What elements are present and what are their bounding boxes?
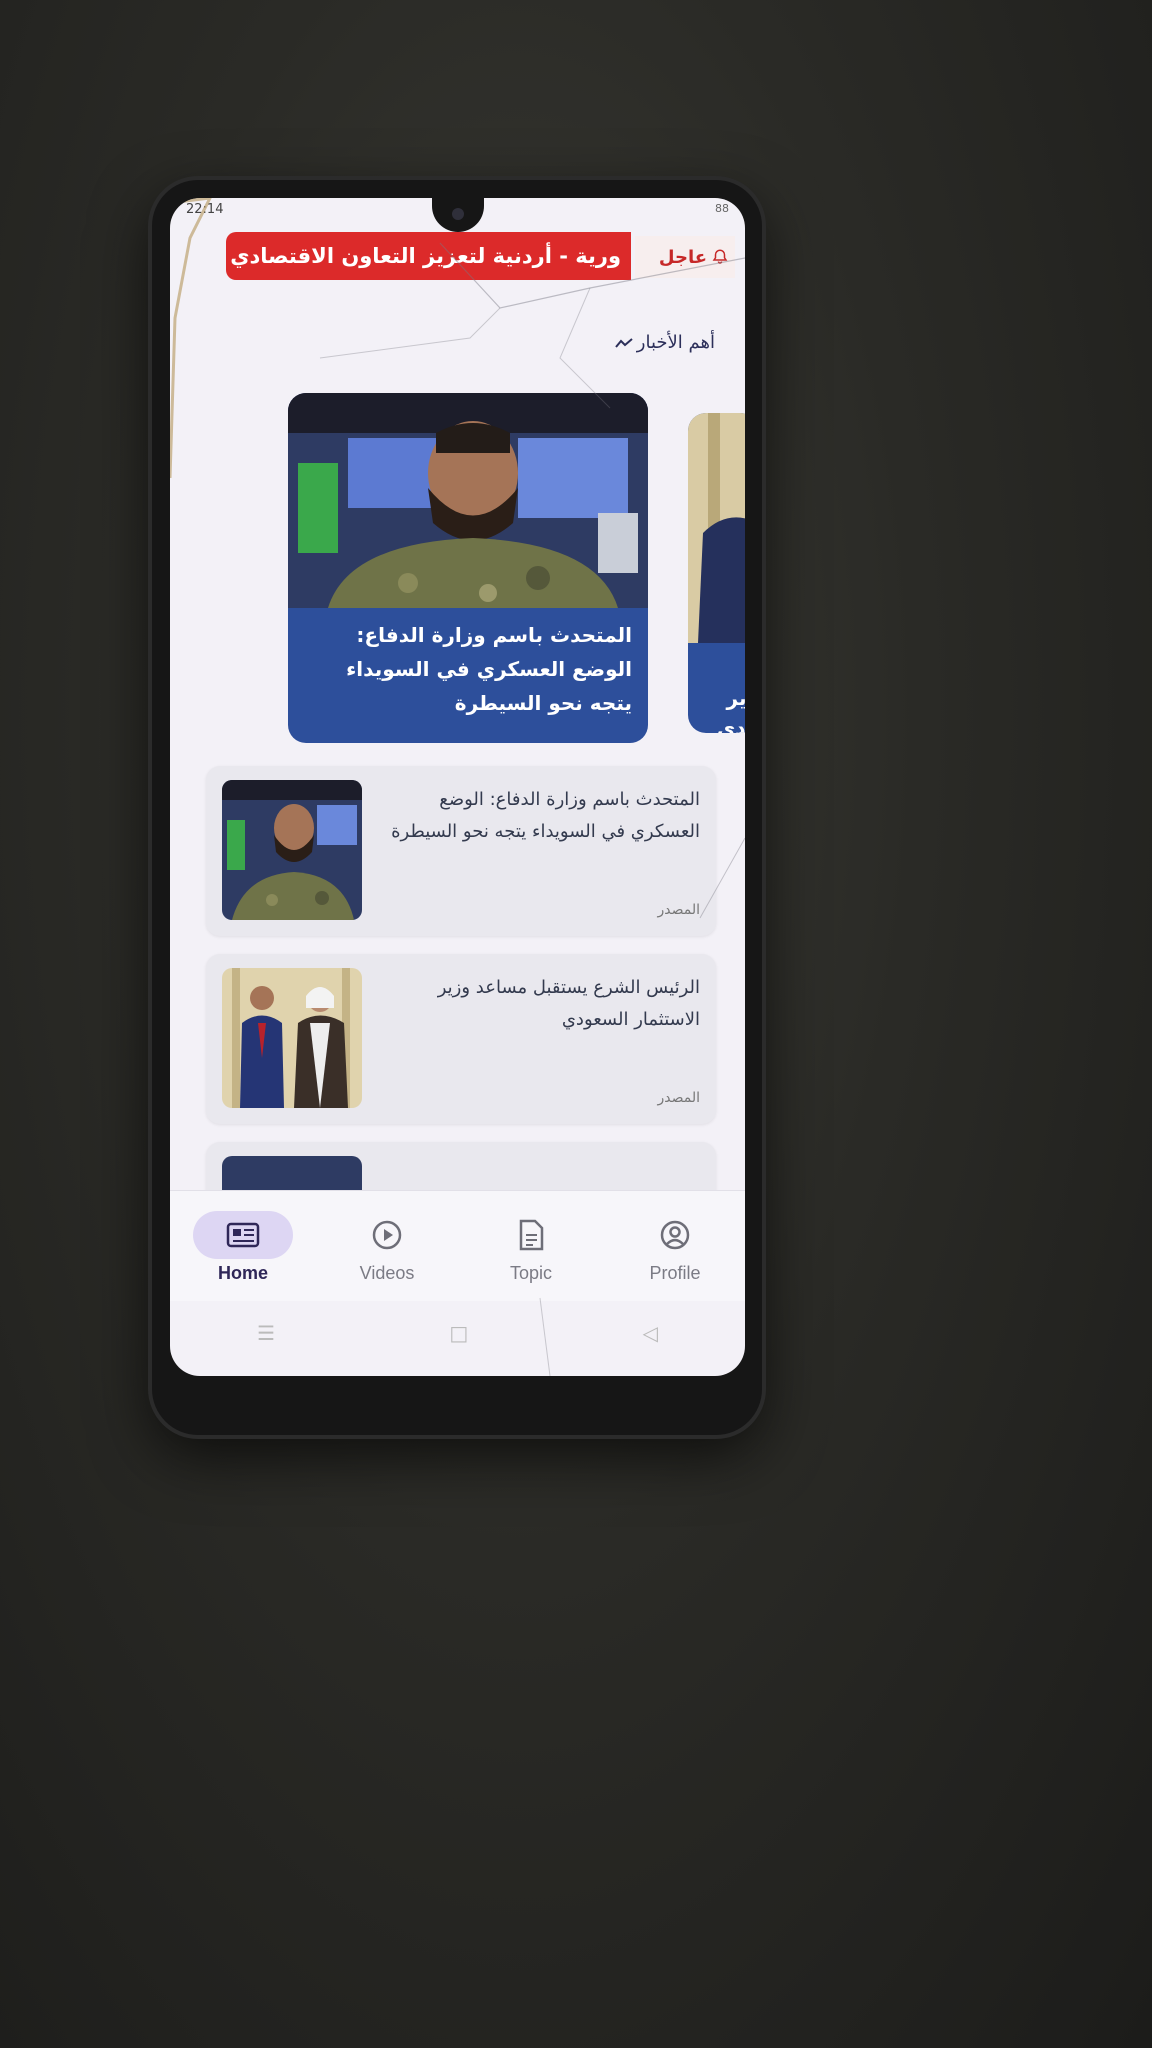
nav-videos[interactable]: Videos (332, 1211, 442, 1291)
section-title-text: أهم الأخبار (636, 332, 715, 353)
featured-news-card[interactable]: المتحدث باسم وزارة الدفاع: الوضع العسكري… (288, 393, 648, 743)
featured-image (288, 393, 648, 608)
nav-profile-label: Profile (649, 1263, 701, 1283)
system-navigation-bar: ☰ □ ◁ (170, 1308, 745, 1358)
nav-videos-label: Videos (359, 1263, 415, 1283)
news-source: المصدر (657, 1090, 701, 1106)
trending-icon (615, 337, 633, 348)
news-list-item[interactable]: المتحدث باسم وزارة الدفاع: الوضع العسكري… (206, 766, 716, 936)
play-circle-icon (372, 1220, 402, 1250)
breaking-label-text: عاجل (658, 246, 707, 268)
featured-title-next: زير ودي (716, 686, 745, 733)
camera-notch (432, 198, 484, 232)
account-circle-icon (660, 1220, 690, 1250)
bottom-navigation: Home Videos Topic Profile (170, 1190, 745, 1301)
phone-screen: 22:14 88 ورية - أردنية لتعزيز التعاون ال… (170, 198, 745, 1376)
section-title: أهم الأخبار (615, 332, 715, 353)
menu-icon[interactable]: ☰ (257, 1321, 275, 1345)
status-battery: 88 (715, 202, 729, 215)
nav-home-label: Home (217, 1263, 268, 1283)
news-title: المتحدث باسم وزارة الدفاع: الوضع العسكري… (391, 789, 700, 842)
ticker-headline: ورية - أردنية لتعزيز التعاون الاقتصادي و… (226, 244, 621, 268)
breaking-label: عاجل (635, 236, 735, 278)
featured-image-next (688, 413, 745, 643)
nav-home[interactable]: Home (188, 1211, 298, 1291)
news-thumbnail (222, 780, 362, 920)
breaking-news-ticker[interactable]: ورية - أردنية لتعزيز التعاون الاقتصادي و… (226, 232, 631, 280)
home-square-icon[interactable]: □ (449, 1321, 468, 1345)
document-icon (519, 1219, 544, 1251)
nav-topic-label: Topic (509, 1263, 553, 1283)
status-time: 22:14 (186, 202, 224, 217)
nav-profile[interactable]: Profile (620, 1211, 730, 1291)
featured-news-card-next[interactable]: زير ودي (688, 413, 745, 733)
nav-topic[interactable]: Topic (476, 1211, 586, 1291)
featured-title: المتحدث باسم وزارة الدفاع: الوضع العسكري… (346, 623, 632, 715)
news-thumbnail (222, 968, 362, 1108)
newspaper-icon (226, 1222, 260, 1248)
back-triangle-icon[interactable]: ◁ (642, 1321, 657, 1345)
bell-icon (712, 249, 728, 264)
news-source: المصدر (657, 902, 701, 918)
news-list-item[interactable]: الرئيس الشرع يستقبل مساعد وزير الاستثمار… (206, 954, 716, 1124)
news-title: الرئيس الشرع يستقبل مساعد وزير الاستثمار… (437, 977, 700, 1030)
